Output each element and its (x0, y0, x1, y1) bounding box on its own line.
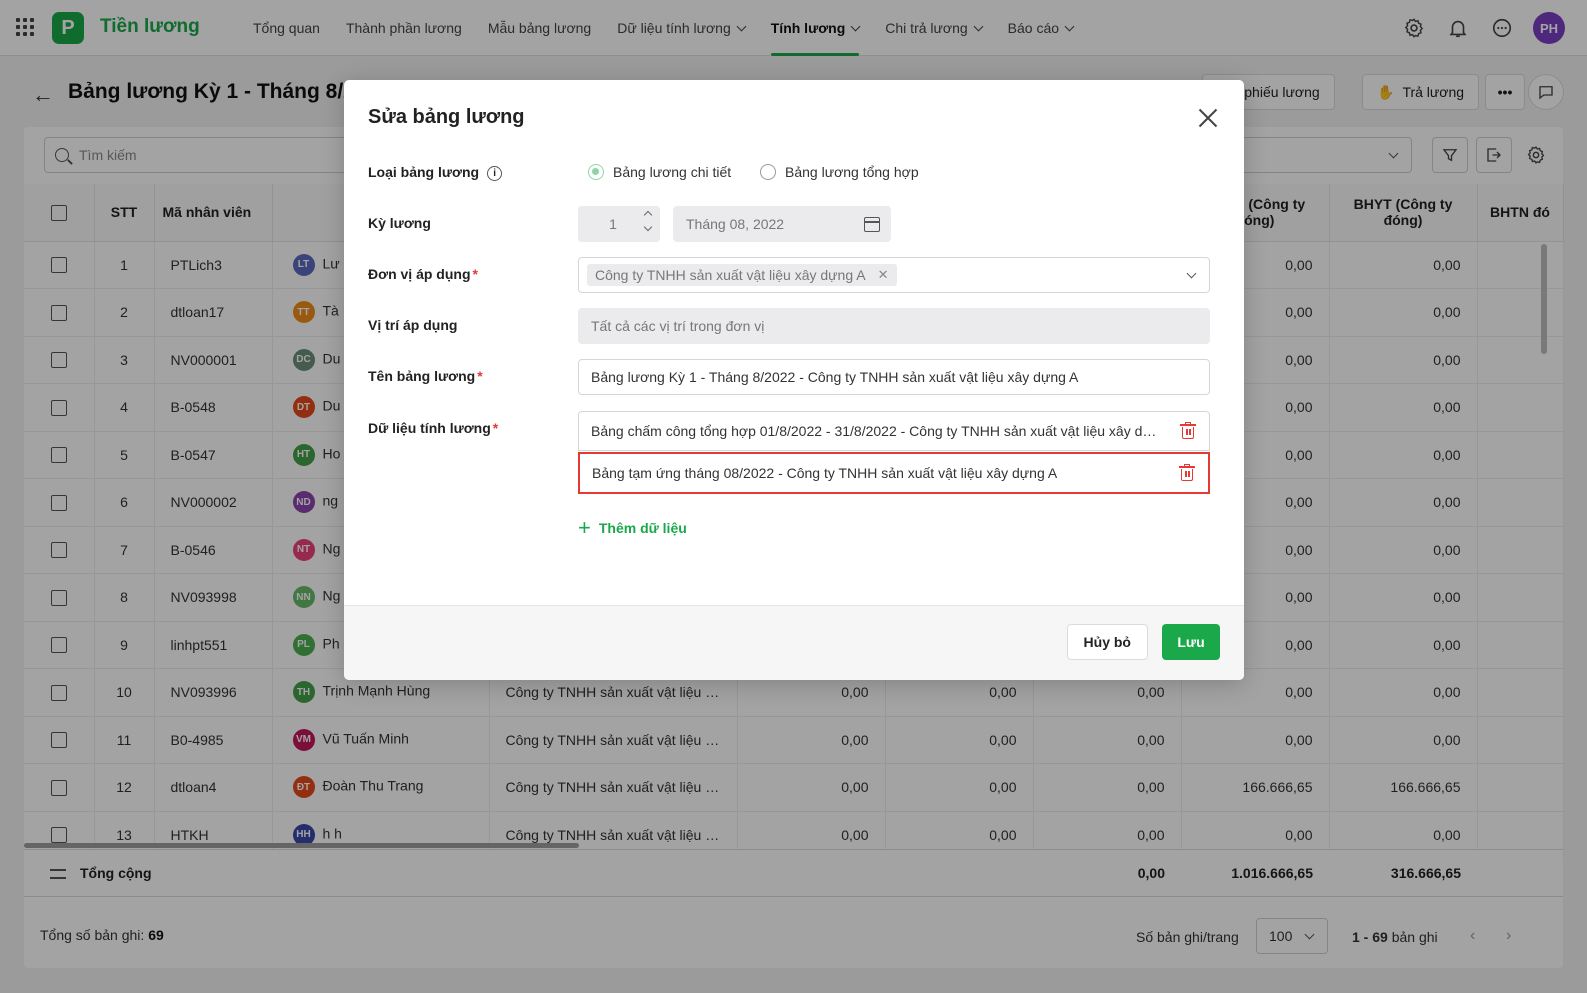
stepper-arrows-icon[interactable] (643, 210, 653, 232)
add-data-button[interactable]: + Thêm dữ liệu (578, 517, 687, 539)
unit-tag-label: Công ty TNHH sản xuất vật liệu xây dựng … (595, 267, 866, 283)
chevron-down-icon (1186, 268, 1197, 279)
period-value: 1 (609, 216, 617, 232)
data-source-item: Bảng tạm ứng tháng 08/2022 - Công ty TNH… (578, 452, 1210, 494)
edit-payroll-dialog: Sửa bảng lương Loại bảng lương i Bảng lươ… (344, 80, 1244, 680)
info-icon[interactable]: i (487, 165, 503, 181)
unit-tag: Công ty TNHH sản xuất vật liệu xây dựng … (587, 264, 897, 286)
radio-summary[interactable]: Bảng lương tổng hợp (760, 164, 919, 180)
plus-icon: + (578, 515, 591, 540)
radio-unselected-icon (760, 164, 776, 180)
position-label: Vị trí áp dụng (368, 317, 458, 333)
cancel-button[interactable]: Hủy bỏ (1066, 624, 1148, 660)
radio-detailed-label: Bảng lương chi tiết (613, 164, 732, 180)
radio-detailed[interactable]: Bảng lương chi tiết (588, 164, 731, 180)
data-source-label: Dữ liệu tính lương * (368, 420, 499, 436)
data-source-item: Bảng chấm công tổng hợp 01/8/2022 - 31/8… (578, 411, 1210, 451)
position-value: Tất cả các vị trí trong đơn vị (591, 318, 765, 334)
dialog-title: Sửa bảng lương (368, 106, 525, 128)
payroll-type-label: Loại bảng lương i (368, 164, 503, 181)
data-source-text: Bảng chấm công tổng hợp 01/8/2022 - 31/8… (591, 423, 1165, 439)
unit-label-text: Đơn vị áp dụng (368, 266, 471, 282)
trash-icon[interactable] (1180, 422, 1196, 439)
position-field: Tất cả các vị trí trong đơn vị (578, 308, 1210, 344)
unit-select[interactable]: Công ty TNHH sản xuất vật liệu xây dựng … (578, 257, 1210, 293)
period-month-picker[interactable]: Tháng 08, 2022 (673, 206, 891, 242)
radio-selected-icon (588, 164, 604, 180)
payroll-name-value: Bảng lương Kỳ 1 - Tháng 8/2022 - Công ty… (591, 369, 1079, 385)
tag-remove-icon[interactable]: ✕ (878, 267, 889, 283)
period-label: Kỳ lương (368, 215, 431, 231)
calendar-icon (864, 217, 880, 232)
unit-label: Đơn vị áp dụng * (368, 266, 478, 282)
period-month-value: Tháng 08, 2022 (686, 216, 785, 232)
trash-icon[interactable] (1179, 464, 1195, 481)
payroll-name-input[interactable]: Bảng lương Kỳ 1 - Tháng 8/2022 - Công ty… (578, 359, 1210, 395)
dialog-footer: Hủy bỏ Lưu (344, 605, 1244, 680)
save-button[interactable]: Lưu (1162, 624, 1220, 660)
data-source-text: Bảng tạm ứng tháng 08/2022 - Công ty TNH… (592, 465, 1058, 481)
payroll-name-label: Tên bảng lương * (368, 368, 483, 384)
payroll-type-text: Loại bảng lương (368, 164, 480, 180)
add-data-label: Thêm dữ liệu (598, 520, 687, 536)
period-stepper[interactable]: 1 (578, 206, 660, 242)
radio-summary-label: Bảng lương tổng hợp (785, 164, 919, 180)
payroll-name-label-text: Tên bảng lương (368, 368, 476, 384)
data-source-label-text: Dữ liệu tính lương (368, 420, 491, 436)
close-icon[interactable] (1198, 108, 1218, 128)
